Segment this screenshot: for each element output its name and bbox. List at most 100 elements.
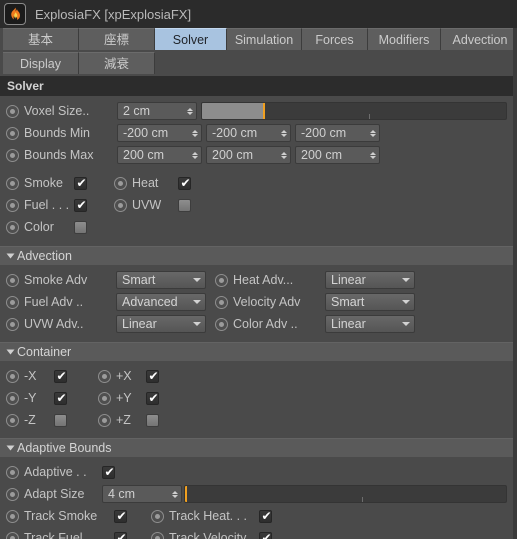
dropdown-fuel-adv[interactable]: Advanced [116,293,206,311]
checkbox-plus-y[interactable] [146,390,160,406]
keyframe-dot-track-fuel[interactable] [6,531,19,539]
dropdown-velocity-adv[interactable]: Smart [325,293,415,311]
keyframe-dot-minus-z[interactable] [6,413,19,427]
checkbox-track-fuel[interactable] [114,530,128,539]
checkbox-plus-z[interactable] [146,413,159,427]
dropdown-color-adv[interactable]: Linear [325,315,415,333]
keyframe-dot-smoke[interactable] [6,176,19,190]
row-track-smoke-heat: Track Smoke Track Heat. . . [6,505,511,527]
spacer-after-advection [6,335,511,338]
keyframe-dot-adapt-size[interactable] [6,487,19,501]
slider-knob-voxel-size[interactable] [262,103,265,119]
slider-tick-voxel-size [369,114,371,119]
keyframe-dot-track-smoke[interactable] [6,509,19,523]
keyframe-dot-uvw-adv[interactable] [6,317,19,331]
checkbox-minus-z[interactable] [54,413,67,427]
chevron-down-icon-fuel-adv [189,300,205,304]
spacer-after-container [6,431,511,434]
keyframe-dot-voxel-size[interactable] [6,104,19,118]
slider-knob-adapt-size[interactable] [185,486,187,502]
tab-basic[interactable]: 基本 [3,28,79,50]
spinner-bounds-max-y[interactable] [278,147,290,163]
group-header-adaptive-bounds[interactable]: Adaptive Bounds [0,438,517,457]
row-adapt-size: Adapt Size 4 cm [6,483,511,505]
spinner-bounds-min-x[interactable] [189,125,201,141]
keyframe-dot-color-adv[interactable] [215,317,228,331]
adaptive-bounds-body: Adaptive . . Adapt Size 4 cm Track Smoke… [0,457,517,539]
tab-simulation[interactable]: Simulation [227,28,302,50]
keyframe-dot-track-velocity[interactable] [151,531,164,539]
checkbox-minus-x[interactable] [54,368,68,384]
spinner-voxel-size[interactable] [184,103,196,119]
dropdown-smoke-adv[interactable]: Smart [116,271,206,289]
checkbox-track-velocity[interactable] [259,530,273,539]
spinner-adapt-size[interactable] [169,486,181,502]
input-bounds-max-x[interactable]: 200 cm [117,146,202,164]
row-bounds-min: Bounds Min -200 cm -200 cm -200 cm [6,122,511,144]
input-voxel-size[interactable]: 2 cm [117,102,197,120]
value-fuel-adv: Advanced [122,295,178,309]
keyframe-dot-uvw[interactable] [114,198,127,212]
checkbox-adaptive[interactable] [102,464,116,480]
input-bounds-min-x[interactable]: -200 cm [117,124,202,142]
keyframe-dot-color[interactable] [6,220,19,234]
checkbox-smoke[interactable] [74,175,88,191]
checkbox-track-heat[interactable] [259,508,273,524]
input-bounds-max-z[interactable]: 200 cm [295,146,380,164]
keyframe-dot-plus-x[interactable] [98,369,111,383]
input-bounds-max-y[interactable]: 200 cm [206,146,291,164]
slider-adapt-size[interactable] [184,485,507,503]
container-body: -X +X -Y +Y -Z +Z [0,361,517,438]
label-minus-x: -X [24,369,37,383]
keyframe-dot-plus-z[interactable] [98,413,111,427]
spinner-bounds-min-y[interactable] [278,125,290,141]
checkbox-track-smoke[interactable] [114,508,128,524]
spinner-bounds-min-z[interactable] [367,125,379,141]
slider-fill-voxel-size [202,103,263,119]
dropdown-heat-adv[interactable]: Linear [325,271,415,289]
checkbox-plus-x[interactable] [146,368,160,384]
keyframe-dot-minus-x[interactable] [6,369,19,383]
tab-coord[interactable]: 座標 [79,28,155,50]
keyframe-dot-smoke-adv[interactable] [6,273,19,287]
checkbox-uvw[interactable] [178,198,191,212]
keyframe-dot-heat-adv[interactable] [215,273,228,287]
label-uvw-adv: UVW Adv.. [24,317,84,331]
keyframe-dot-minus-y[interactable] [6,391,19,405]
slider-voxel-size[interactable] [201,102,507,120]
group-header-advection[interactable]: Advection [0,246,517,265]
keyframe-dot-bounds-min[interactable] [6,126,19,140]
label-color-adv: Color Adv .. [233,317,298,331]
keyframe-dot-bounds-max[interactable] [6,148,19,162]
tab-forces[interactable]: Forces [302,28,368,50]
keyframe-dot-fuel-adv[interactable] [6,295,19,309]
input-adapt-size[interactable]: 4 cm [102,485,182,503]
tab-display[interactable]: Display [3,52,79,74]
spinner-bounds-max-z[interactable] [367,147,379,163]
tab-decay[interactable]: 減衰 [79,52,155,74]
row-voxel-size: Voxel Size.. 2 cm [6,100,511,122]
tab-advection[interactable]: Advection [441,28,517,50]
keyframe-dot-velocity-adv[interactable] [215,295,228,309]
keyframe-dot-adaptive[interactable] [6,465,19,479]
input-bounds-min-z[interactable]: -200 cm [295,124,380,142]
checkbox-fuel[interactable] [74,197,88,213]
checkbox-minus-y[interactable] [54,390,68,406]
dropdown-uvw-adv[interactable]: Linear [116,315,206,333]
keyframe-dot-fuel[interactable] [6,198,19,212]
group-title-container: Container [17,344,72,359]
tab-modifiers[interactable]: Modifiers [368,28,441,50]
row-channel-smoke-heat: Smoke Heat [6,172,511,194]
input-bounds-min-y[interactable]: -200 cm [206,124,291,142]
tab-solver[interactable]: Solver [155,28,227,50]
keyframe-dot-plus-y[interactable] [98,391,111,405]
group-title-adaptive-bounds: Adaptive Bounds [17,440,112,455]
keyframe-dot-heat[interactable] [114,176,127,190]
keyframe-dot-track-heat[interactable] [151,509,164,523]
spinner-bounds-max-x[interactable] [189,147,201,163]
checkbox-color[interactable] [74,220,87,234]
checkbox-heat[interactable] [178,175,192,191]
group-header-container[interactable]: Container [0,342,517,361]
chevron-down-icon-adaptive-bounds [6,445,15,451]
row-container-y: -Y +Y [6,387,511,409]
